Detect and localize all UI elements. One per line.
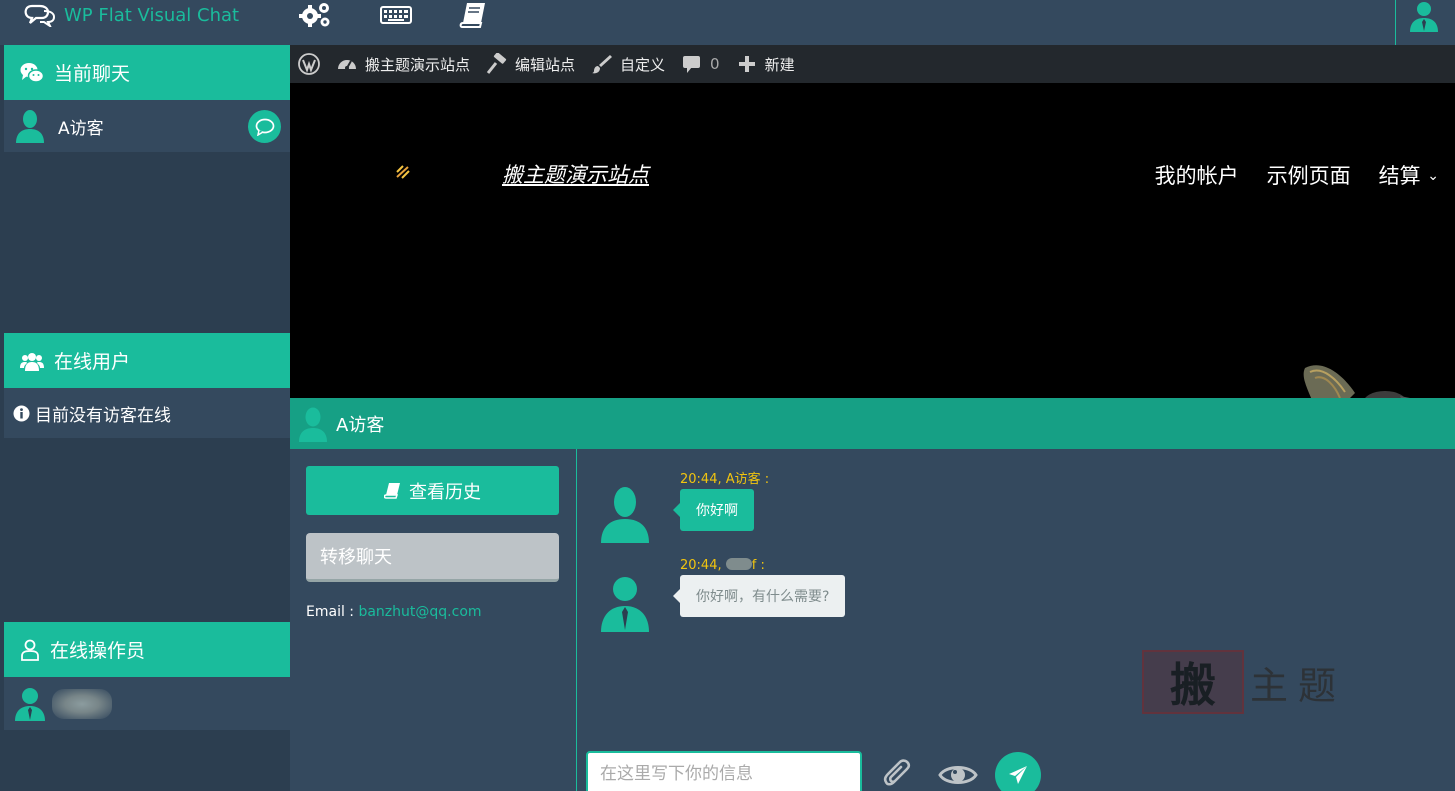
admin-site-label: 搬主题演示站点 xyxy=(365,55,471,74)
eye-icon[interactable] xyxy=(938,761,978,789)
user-outline-icon xyxy=(21,639,39,661)
message-bubble: 你好啊，有什么需要? xyxy=(672,575,846,617)
view-history-label: 查看历史 xyxy=(409,481,481,503)
dashboard-icon xyxy=(338,60,356,70)
nav-checkout-label: 结算 xyxy=(1378,164,1421,188)
admin-edit-label: 编辑站点 xyxy=(515,55,576,74)
operators-title: 在线操作员 xyxy=(50,640,146,662)
current-chats-title: 当前聊天 xyxy=(54,63,131,85)
wechat-icon xyxy=(20,62,44,83)
comment-icon xyxy=(255,118,274,136)
online-users-empty-text: 目前没有访客在线 xyxy=(35,405,171,426)
site-preview: 搬主题演示站点 我的帐户 示例页面 结算 ⌄ xyxy=(290,83,1455,398)
book-icon xyxy=(384,483,400,499)
users-icon xyxy=(20,352,44,371)
chat-body: 查看历史 转移聊天 Email : banzhut@qq.com 20:44, … xyxy=(290,449,1455,791)
operator-avatar-icon xyxy=(15,687,45,721)
blurred-operator-name xyxy=(52,688,112,719)
transfer-chat-label: 转移聊天 xyxy=(320,547,392,568)
message-input[interactable] xyxy=(586,751,862,791)
visitor-avatar-icon xyxy=(299,407,327,442)
admin-new-label: 新建 xyxy=(764,55,795,74)
email-address[interactable]: banzhut@qq.com xyxy=(358,604,481,620)
chat-actions-panel: 查看历史 转移聊天 Email : banzhut@qq.com xyxy=(290,449,577,791)
online-users-header: 在线用户 xyxy=(4,333,291,388)
chevron-down-icon: ⌄ xyxy=(1427,168,1439,184)
visitor-avatar-icon xyxy=(601,487,649,543)
sidebar: 当前聊天 A访客 在线用户 目前没有访客在线 在线操作员 xyxy=(0,45,291,791)
site-nav: 我的帐户 示例页面 结算 ⌄ xyxy=(1155,160,1439,190)
admin-comments-count: 0 xyxy=(710,55,720,73)
watermark: 搬 主题 xyxy=(1142,650,1346,714)
site-logo-icon xyxy=(396,165,410,179)
brand: WP Flat Visual Chat xyxy=(24,3,239,27)
admin-site-link[interactable]: 搬主题演示站点 xyxy=(328,45,478,83)
chat-header: A访客 xyxy=(290,398,1455,449)
current-chats-header: 当前聊天 xyxy=(4,45,291,100)
user-icon xyxy=(1410,2,1438,32)
comment-bubble-icon xyxy=(683,56,701,73)
message-time-prefix: 20:44, xyxy=(680,558,722,573)
keyboard-icon[interactable] xyxy=(378,0,414,30)
admin-comments-link[interactable]: 0 xyxy=(673,45,728,83)
admin-customize-link[interactable]: 自定义 xyxy=(583,45,673,83)
blurred-operator-name xyxy=(725,558,752,570)
admin-new-link[interactable]: 新建 xyxy=(728,45,803,83)
book-icon[interactable] xyxy=(456,0,492,30)
site-title[interactable]: 搬主题演示站点 xyxy=(502,159,649,189)
message-time: 20:44, f : xyxy=(680,558,845,573)
nav-sample-page[interactable]: 示例页面 xyxy=(1267,160,1351,190)
nav-my-account[interactable]: 我的帐户 xyxy=(1155,160,1239,190)
settings-gears-icon[interactable] xyxy=(297,0,333,30)
message-time: 20:44, A访客 : xyxy=(680,472,770,487)
brush-icon xyxy=(592,55,613,74)
admin-customize-label: 自定义 xyxy=(620,55,666,74)
email-label: Email : xyxy=(306,604,355,620)
message: 20:44, f : 你好啊，有什么需要? xyxy=(672,558,846,617)
paper-plane-icon xyxy=(1009,766,1027,784)
chat-visitor-name: A访客 xyxy=(336,414,385,436)
info-icon xyxy=(13,405,30,421)
online-users-empty-row: 目前没有访客在线 xyxy=(4,388,291,438)
chat-list-item-name: A访客 xyxy=(58,118,104,139)
top-bar: WP Flat Visual Chat xyxy=(0,0,1455,45)
transfer-chat-button[interactable]: 转移聊天 xyxy=(306,533,559,582)
open-chat-button[interactable] xyxy=(248,110,281,143)
plus-icon xyxy=(738,56,755,72)
hammer-icon xyxy=(486,53,507,74)
view-history-button[interactable]: 查看历史 xyxy=(306,466,559,515)
message-bubble: 你好啊 xyxy=(673,489,754,531)
operator-avatar[interactable] xyxy=(1395,0,1455,45)
chat-list-item[interactable]: A访客 xyxy=(4,100,291,152)
online-users-title: 在线用户 xyxy=(54,351,131,373)
visitor-avatar-icon xyxy=(16,110,44,143)
operators-header: 在线操作员 xyxy=(4,622,291,677)
bird-image xyxy=(1303,365,1410,398)
watermark-text: 主题 xyxy=(1250,663,1347,708)
admin-edit-link[interactable]: 编辑站点 xyxy=(478,45,583,83)
watermark-seal: 搬 xyxy=(1142,650,1244,714)
visitor-email: Email : banzhut@qq.com xyxy=(306,604,482,620)
operator-list-item[interactable] xyxy=(4,677,291,730)
operator-avatar-icon xyxy=(601,577,649,632)
paperclip-icon[interactable] xyxy=(882,758,916,791)
wordpress-menu[interactable] xyxy=(290,45,328,83)
nav-checkout[interactable]: 结算 ⌄ xyxy=(1379,160,1439,190)
wordpress-icon xyxy=(298,53,320,75)
chat-logo-icon xyxy=(24,4,56,27)
message: 20:44, A访客 : 你好啊 xyxy=(673,468,770,531)
app-title: WP Flat Visual Chat xyxy=(64,4,240,26)
send-button[interactable] xyxy=(995,752,1041,791)
message-time-suffix: f : xyxy=(751,558,765,573)
wp-admin-bar: 搬主题演示站点 编辑站点 自定义 0 新建 xyxy=(290,45,1455,83)
